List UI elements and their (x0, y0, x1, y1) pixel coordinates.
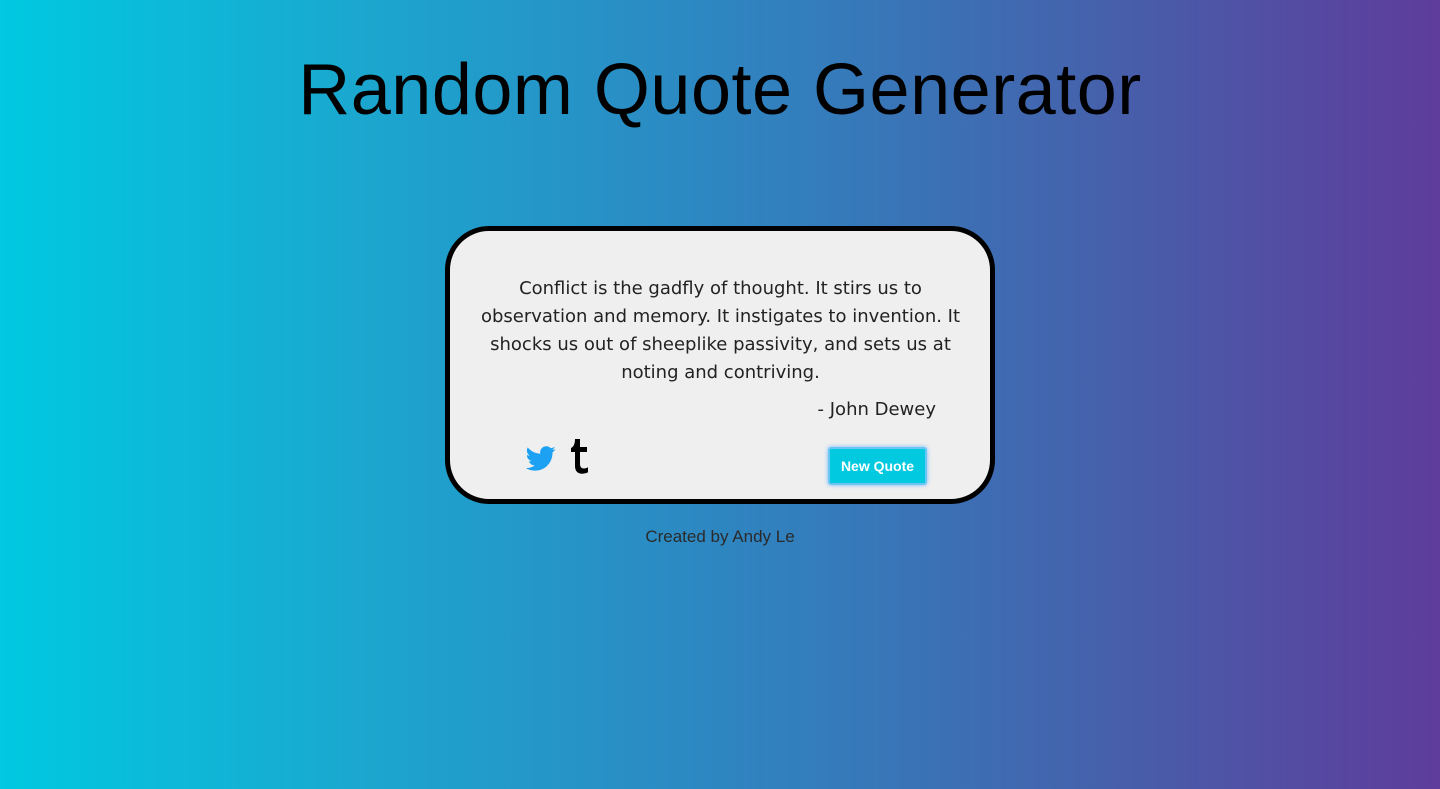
tumblr-icon (571, 439, 588, 474)
new-quote-button[interactable]: New Quote (828, 447, 927, 485)
page-title: Random Quote Generator (298, 50, 1142, 130)
tweet-quote-link[interactable] (525, 443, 556, 473)
quote-text: Conflict is the gadfly of thought. It st… (480, 278, 961, 383)
quote-card: Conflict is the gadfly of thought. It st… (445, 226, 995, 504)
footer-credit: Created by Andy Le (645, 527, 795, 546)
quote-author: - John Dewey (817, 399, 936, 420)
twitter-icon (525, 446, 556, 471)
tumblr-post-link[interactable] (567, 437, 593, 475)
